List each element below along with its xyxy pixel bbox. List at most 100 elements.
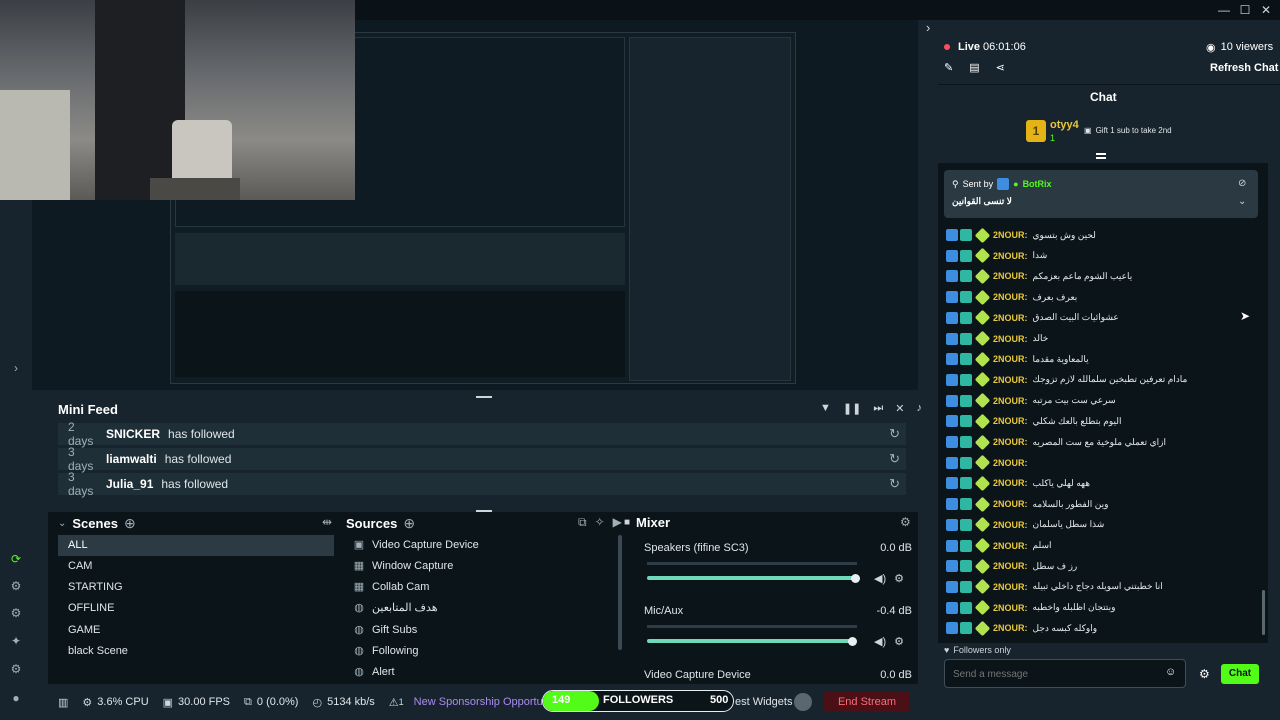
- replay-icon[interactable]: ↻: [889, 451, 900, 467]
- filter-icon[interactable]: ▼: [820, 402, 831, 415]
- chat-username[interactable]: 2NOUR:: [993, 458, 1028, 468]
- chat-message[interactable]: 2NOUR: سرعي ست بيت مرتبه: [946, 391, 1116, 411]
- source-item[interactable]: ◍ Alert: [346, 662, 616, 680]
- chat-username[interactable]: 2NOUR:: [993, 251, 1028, 261]
- chat-username[interactable]: 2NOUR:: [993, 271, 1028, 281]
- chat-username[interactable]: 2NOUR:: [993, 561, 1028, 571]
- chat-scrollbar[interactable]: [1262, 590, 1265, 635]
- chat-input[interactable]: [953, 666, 1153, 682]
- chat-message[interactable]: 2NOUR: شذا سطل ياسلمان: [946, 515, 1104, 535]
- source-item[interactable]: ◍ Following: [346, 641, 616, 662]
- close-button[interactable]: ✕: [1258, 2, 1274, 18]
- chat-username[interactable]: 2NOUR:: [993, 499, 1028, 509]
- scene-item[interactable]: CAM: [58, 556, 334, 577]
- mixer-settings-icon[interactable]: ⚙: [900, 515, 911, 529]
- stats-icon[interactable]: ▥: [58, 696, 68, 709]
- chat-username[interactable]: 2NOUR:: [993, 334, 1028, 344]
- minimize-button[interactable]: —: [1216, 2, 1232, 18]
- chat-message[interactable]: 2NOUR: انا خطبتني اسويله دجاج داخلي تبيله: [946, 577, 1163, 597]
- chat-username[interactable]: 2NOUR:: [993, 478, 1028, 488]
- add-scene-icon[interactable]: ⊕: [124, 515, 136, 532]
- volume-slider-knob[interactable]: [851, 574, 860, 583]
- chat-username[interactable]: 2NOUR:: [993, 582, 1028, 592]
- expand-chevron-icon[interactable]: ›: [8, 360, 24, 376]
- effects-icon[interactable]: ✦: [8, 633, 24, 649]
- test-widgets-button[interactable]: est Widgets: [735, 696, 792, 708]
- chat-message[interactable]: 2NOUR: عشوائيات البيت الصدق: [946, 308, 1119, 328]
- pinned-expand-chevron-icon[interactable]: ⌄: [1238, 196, 1246, 207]
- record-button[interactable]: [794, 693, 812, 711]
- edit-icon[interactable]: ✎: [944, 61, 953, 74]
- sources-scrollbar[interactable]: [618, 535, 622, 650]
- collapse-chat-chevron-icon[interactable]: ›: [926, 20, 934, 40]
- chat-message[interactable]: 2NOUR: يالمعاوية مقدما: [946, 349, 1089, 369]
- refresh-chat-button[interactable]: Refresh Chat: [1210, 62, 1278, 74]
- chat-input-box[interactable]: ☺: [944, 659, 1186, 688]
- chat-username[interactable]: 2NOUR:: [993, 541, 1028, 551]
- volume-slider[interactable]: [647, 639, 852, 643]
- mute-alerts-icon[interactable]: ✕: [895, 402, 904, 415]
- scene-item[interactable]: ALL: [58, 535, 334, 556]
- collapse-icon[interactable]: ⌄: [58, 518, 66, 529]
- chat-username[interactable]: 2NOUR:: [993, 313, 1028, 323]
- alert-icon[interactable]: ⚠: [389, 696, 399, 709]
- profile-icon[interactable]: ●: [8, 690, 24, 706]
- studio-icon[interactable]: ⟳: [8, 551, 24, 567]
- end-stream-button[interactable]: End Stream: [824, 692, 910, 712]
- chat-message[interactable]: 2NOUR: بعرف بعرف: [946, 287, 1077, 307]
- clips-icon[interactable]: ▤: [969, 61, 979, 74]
- settings-gear-icon[interactable]: ⚙: [8, 661, 24, 677]
- studio-settings-icon[interactable]: ⚙: [8, 578, 24, 594]
- chat-username[interactable]: 2NOUR:: [993, 623, 1028, 633]
- chat-message[interactable]: 2NOUR: اسلم: [946, 536, 1052, 556]
- source-media-icon[interactable]: ▶: [613, 515, 622, 530]
- scene-transition-icon[interactable]: ⇹: [322, 515, 332, 529]
- source-item[interactable]: ◍ هدف المتابعين: [346, 598, 616, 619]
- chat-username[interactable]: 2NOUR:: [993, 354, 1028, 364]
- chat-username[interactable]: 2NOUR:: [993, 603, 1028, 613]
- chat-username[interactable]: 2NOUR:: [993, 375, 1028, 385]
- channel-settings-icon[interactable]: ⚙: [894, 635, 904, 648]
- chat-send-button[interactable]: Chat: [1221, 664, 1259, 684]
- chat-username[interactable]: 2NOUR:: [993, 437, 1028, 447]
- volume-slider-knob[interactable]: [848, 637, 857, 646]
- share-icon[interactable]: ⋖: [996, 61, 1005, 74]
- chat-username[interactable]: 2NOUR:: [993, 292, 1028, 302]
- skip-icon[interactable]: ⏭: [873, 402, 883, 415]
- replay-icon[interactable]: ↻: [889, 426, 900, 442]
- source-effects-icon[interactable]: ✧: [595, 515, 605, 530]
- source-item[interactable]: ▦ Window Capture: [346, 556, 616, 577]
- chat-message[interactable]: 2NOUR: اليوم بتطلع بالعك شكلي: [946, 411, 1121, 431]
- channel-settings-icon[interactable]: ⚙: [894, 572, 904, 585]
- chat-message[interactable]: 2NOUR: مادام تعرفين تطبخين سلمالله لازم ت…: [946, 370, 1187, 390]
- scene-item[interactable]: black Scene: [58, 641, 334, 662]
- source-item[interactable]: ▣ Video Capture Device: [346, 535, 616, 556]
- source-layout-icon[interactable]: ⧉: [578, 515, 587, 530]
- drag-handle-icon[interactable]: [1096, 153, 1106, 159]
- chat-message[interactable]: 2NOUR:: [946, 453, 1033, 473]
- chat-message[interactable]: 2NOUR: واوكله كبسه دجل: [946, 618, 1097, 638]
- scene-item[interactable]: GAME: [58, 620, 334, 641]
- unpin-icon[interactable]: ⊘: [1238, 178, 1246, 189]
- chat-username[interactable]: 2NOUR:: [993, 520, 1028, 530]
- add-source-icon[interactable]: ⊕: [403, 515, 415, 532]
- chat-message[interactable]: 2NOUR: ههه لهلي ياكلب: [946, 473, 1090, 493]
- chat-message[interactable]: 2NOUR: وين الفطور بالسلامه: [946, 494, 1108, 514]
- speaker-icon[interactable]: ◀): [874, 635, 886, 648]
- source-item[interactable]: ▦ Collab Cam: [346, 577, 616, 598]
- chat-username[interactable]: 2NOUR:: [993, 416, 1028, 426]
- chat-message[interactable]: 2NOUR: وبتتجان اظلبله واخطبه: [946, 598, 1115, 618]
- chat-message[interactable]: 2NOUR: خالد: [946, 329, 1048, 349]
- chat-message[interactable]: 2NOUR: ازاي تعملي ملوخية مع ست المصريه: [946, 432, 1166, 452]
- maximize-button[interactable]: ☐: [1237, 2, 1253, 18]
- chat-username[interactable]: 2NOUR:: [993, 396, 1028, 406]
- pause-icon[interactable]: ❚❚: [843, 402, 861, 415]
- chat-message[interactable]: 2NOUR: ياعيب الشوم ماعم بعزمكم: [946, 266, 1132, 286]
- widgets-icon[interactable]: ⚙: [8, 605, 24, 621]
- volume-icon[interactable]: ♪: [916, 402, 922, 415]
- chat-message[interactable]: 2NOUR: رز ف سطل: [946, 556, 1077, 576]
- chat-settings-icon[interactable]: ⚙: [1199, 667, 1210, 681]
- scene-item[interactable]: OFFLINE: [58, 598, 334, 619]
- speaker-icon[interactable]: ◀): [874, 572, 886, 585]
- chat-message[interactable]: 2NOUR: شدا: [946, 246, 1047, 266]
